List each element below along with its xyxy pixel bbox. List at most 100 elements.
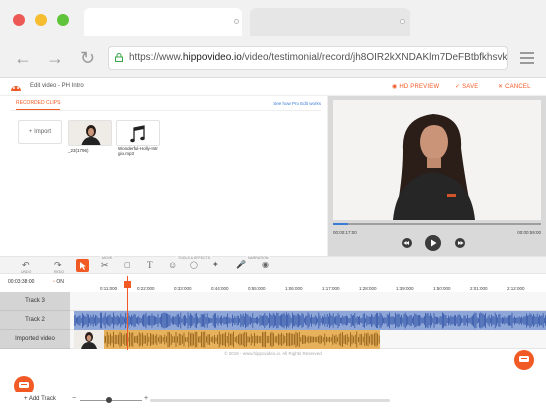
playhead-handle[interactable] [124, 281, 131, 288]
video-frame[interactable] [333, 100, 541, 220]
save-label: SAVE [462, 84, 479, 90]
cancel-label: CANCEL [505, 84, 531, 90]
zoom-slider-handle[interactable] [106, 397, 112, 403]
zoom-out-icon[interactable]: − [72, 395, 76, 402]
ruler-tick-label: 1:39:000 [396, 286, 414, 291]
add-track-button[interactable]: + Add Track [24, 396, 56, 402]
audio-waveform [74, 312, 546, 329]
cancel-button[interactable]: ✕ CANCEL [498, 83, 531, 90]
copyright-text: © 2018 - www.hippovideo.io. All Rights R… [224, 351, 322, 356]
video-clip-thumbnail[interactable] [68, 120, 112, 146]
browser-tab-active[interactable] [84, 8, 242, 36]
tabs-divider [10, 110, 321, 111]
fast-forward-icon [458, 241, 464, 245]
video-audio-waveform [104, 331, 380, 348]
browser-tab[interactable] [250, 8, 410, 36]
timeline-scrollbar[interactable] [150, 399, 390, 402]
hd-preview-label: HD PREVIEW [399, 84, 440, 90]
hamburger-menu-icon[interactable] [520, 52, 534, 64]
ruler-tick-label: 1:17:000 [322, 286, 340, 291]
speech-bubble-icon[interactable]: ◯ [190, 261, 198, 271]
minimize-window-button[interactable] [35, 14, 47, 26]
crop-icon[interactable]: ▢ [124, 261, 131, 271]
app-header: Edit video - PH Intro ◉ HD PREVIEW ✓ SAV… [0, 78, 546, 96]
cut-icon[interactable]: ✂ [101, 260, 109, 270]
clip-caption: _23(1796) [68, 148, 89, 153]
reload-icon[interactable]: ↻ [80, 48, 95, 68]
ruler-tick-label: 0:22:000 [137, 286, 155, 291]
timeline-ruler[interactable]: 00:03:38:00 ◔ ON 0:11:000 0:22:000 0:33:00… [0, 274, 546, 292]
chat-icon [19, 382, 29, 388]
video-clip-thumbnail-image [74, 330, 104, 349]
url-domain: hippovideo.io [182, 52, 242, 63]
ruler-tick-label: 2:01:000 [470, 286, 488, 291]
video-clip[interactable] [74, 330, 380, 349]
playback-progress-bar[interactable] [333, 223, 541, 225]
play-button[interactable] [425, 235, 441, 251]
rewind-icon [403, 241, 409, 245]
ruler-tick-label: 1:06:000 [285, 286, 303, 291]
total-time: 00:00:59:00 [517, 230, 541, 235]
back-arrow-icon[interactable]: ← [14, 48, 32, 68]
ruler-tick-label: 0:33:000 [174, 286, 192, 291]
chat-icon [519, 356, 529, 362]
music-note-icon [130, 125, 145, 143]
track-label: Track 2 [0, 311, 70, 330]
tools-effects-group-label: TOOLS & EFFECTS [176, 256, 213, 260]
browser-chrome: ← → ↻ https://www.hippovideo.io/video/te… [0, 0, 546, 78]
magic-wand-icon[interactable]: ✦ [212, 260, 219, 270]
clips-panel: RECORDED CLIPS See how Pro Edit works + … [0, 96, 328, 256]
close-window-button[interactable] [13, 14, 25, 26]
undo-icon[interactable]: ↶ [22, 260, 30, 270]
timeline-current-time: 00:03:38:00 [8, 279, 35, 285]
track-label: Track 3 [0, 292, 70, 311]
url-path: /video/testimonial/record/jh8OIR2kXNDAKl… [241, 52, 508, 63]
tab-close-icon[interactable] [234, 19, 239, 24]
audio-clip[interactable] [74, 311, 546, 330]
how-it-works-link[interactable]: See how Pro Edit works [273, 101, 321, 106]
hd-preview-button[interactable]: ◉ HD PREVIEW [392, 83, 439, 90]
forward-arrow-icon[interactable]: → [46, 48, 64, 68]
snap-toggle-label: ON [56, 279, 64, 285]
clip-caption: Wonderful-Holly-Intr gio.mp3 [118, 146, 158, 156]
current-time: 00:00:17:00 [333, 230, 357, 235]
track-label: Imported video [0, 330, 70, 349]
timeline-bottom-bar: + Add Track − + [0, 392, 546, 414]
editor-toolbar: ↶ UNDO ↷ REDO MOVE ✂ ▢ TOOLS & EFFECTS T… [0, 256, 546, 274]
track-row[interactable] [70, 292, 546, 311]
emoji-icon[interactable]: ☺ [168, 260, 177, 270]
select-tool-button[interactable] [76, 259, 89, 272]
play-icon [431, 239, 437, 247]
webcam-icon[interactable]: ◉ [262, 260, 269, 270]
hippo-logo-icon [11, 86, 21, 91]
progress-fill [333, 223, 348, 225]
save-button[interactable]: ✓ SAVE [455, 83, 478, 90]
video-preview-panel: 00:00:17:00 00:00:59:00 [328, 96, 546, 256]
ruler-tick-label: 0:55:000 [248, 286, 266, 291]
tab-close-icon[interactable] [400, 19, 405, 24]
audio-clip-thumbnail[interactable] [116, 120, 160, 146]
ruler-tick-label: 0:11:000 [100, 286, 118, 291]
redo-icon[interactable]: ↷ [54, 260, 62, 270]
presenter-video-image [333, 100, 541, 220]
chat-button[interactable] [514, 350, 534, 370]
url-prefix: https://www. [129, 52, 183, 63]
tab-recorded-clips[interactable]: RECORDED CLIPS [16, 100, 61, 110]
ruler-tick-label: 2:12:000 [507, 286, 525, 291]
text-tool-icon[interactable]: T [147, 260, 153, 270]
ruler-tick-label: 0:44:000 [211, 286, 229, 291]
zoom-in-icon[interactable]: + [144, 395, 148, 402]
ruler-tick-label: 1:28:000 [359, 286, 377, 291]
address-bar[interactable]: https://www.hippovideo.io/video/testimon… [108, 46, 508, 70]
cursor-icon [80, 262, 86, 270]
microphone-icon[interactable]: 🎤 [236, 260, 246, 270]
rewind-button[interactable] [402, 238, 412, 248]
import-button[interactable]: + Import [18, 120, 62, 144]
snap-toggle[interactable]: ◔ ON [52, 279, 64, 285]
person-thumbnail-image [69, 121, 111, 145]
ruler-tick-label: 1:50:000 [433, 286, 451, 291]
fast-forward-button[interactable] [455, 238, 465, 248]
page-title: Edit video - PH Intro [30, 83, 84, 89]
lock-icon [115, 53, 123, 62]
maximize-window-button[interactable] [57, 14, 69, 26]
